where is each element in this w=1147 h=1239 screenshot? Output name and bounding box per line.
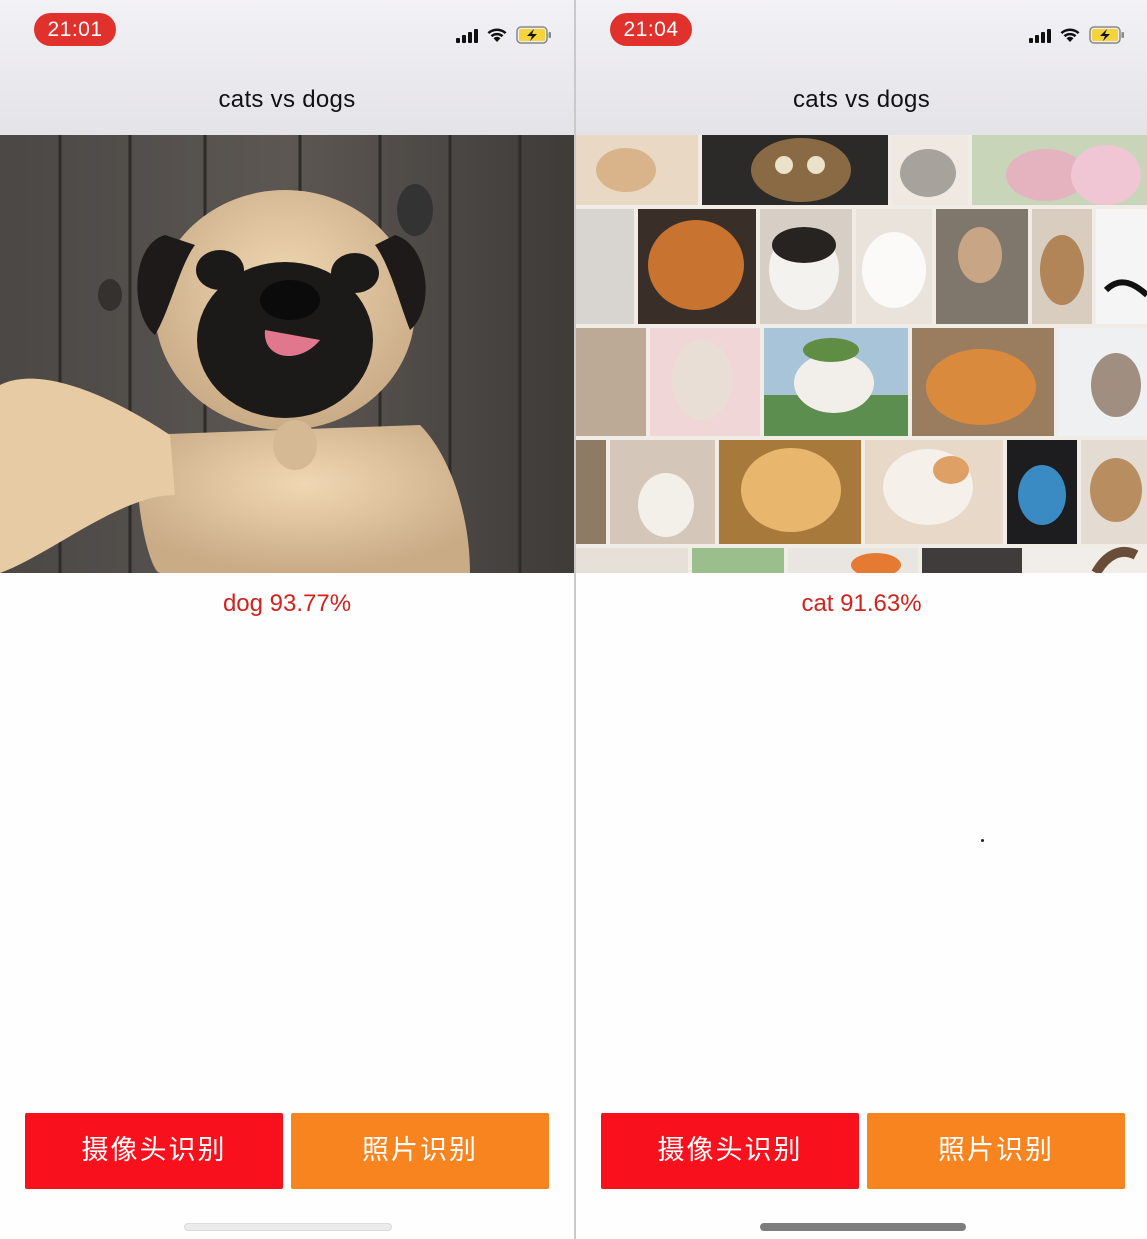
pug-dog-photo xyxy=(0,135,574,573)
wifi-icon xyxy=(1059,27,1081,43)
camera-recognition-button[interactable]: 摄像头识别 xyxy=(25,1113,283,1189)
status-icons xyxy=(1029,24,1125,46)
status-icons xyxy=(456,24,552,46)
cat-collage-photo xyxy=(576,135,1147,573)
cellular-signal-icon xyxy=(1029,27,1051,43)
battery-charging-icon xyxy=(1089,26,1125,44)
classification-result: dog 93.77% xyxy=(222,590,352,617)
status-bar: 21:01 xyxy=(0,0,574,62)
photo-recognition-button[interactable]: 照片识别 xyxy=(291,1113,549,1189)
home-indicator[interactable] xyxy=(760,1223,966,1231)
page-title: cats vs dogs xyxy=(218,86,356,113)
stray-dot xyxy=(981,839,984,842)
status-time: 21:04 xyxy=(610,13,692,46)
cellular-signal-icon xyxy=(456,27,478,43)
phone-screen-right: cats vs dogs 21:04 cat 91.63% 摄像头识别 照片识别 xyxy=(576,0,1147,1239)
home-indicator[interactable] xyxy=(184,1223,392,1231)
status-time: 21:01 xyxy=(34,13,116,46)
phone-screen-left: cats vs dogs 21:01 dog 93.77% 摄像头识别 照片识别 xyxy=(0,0,574,1239)
status-bar: 21:04 xyxy=(576,0,1147,62)
wifi-icon xyxy=(486,27,508,43)
photo-recognition-button[interactable]: 照片识别 xyxy=(867,1113,1125,1189)
camera-recognition-button[interactable]: 摄像头识别 xyxy=(601,1113,859,1189)
battery-charging-icon xyxy=(516,26,552,44)
page-title: cats vs dogs xyxy=(793,86,930,113)
classification-result: cat 91.63% xyxy=(801,590,922,617)
